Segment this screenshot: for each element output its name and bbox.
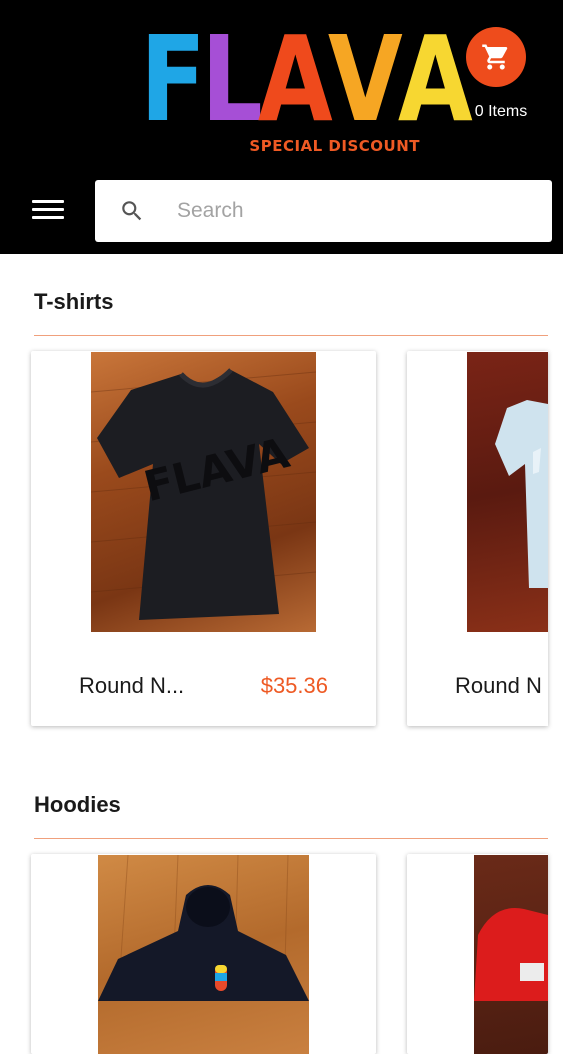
product-name: Round N... xyxy=(79,673,185,698)
flava-logo: FLAVA SPECIAL DISCOUNT xyxy=(140,20,473,158)
hoodie-image-graphic xyxy=(98,855,309,1002)
product-price: $35.36 xyxy=(260,673,328,698)
cart-item-count: 0 Items xyxy=(474,103,528,120)
tshirt-image-graphic: FLAVA xyxy=(91,368,316,620)
product-image[interactable] xyxy=(98,855,309,1054)
product-card[interactable]: Round N xyxy=(407,351,548,726)
hamburger-menu-icon[interactable] xyxy=(32,200,64,224)
shopping-cart-icon xyxy=(482,44,508,70)
logo-tagline: SPECIAL DISCOUNT xyxy=(249,137,420,155)
product-card[interactable] xyxy=(407,854,548,1054)
section-title-hoodies: Hoodies xyxy=(34,792,121,817)
product-card[interactable] xyxy=(31,854,376,1054)
logo-letter: A xyxy=(257,10,333,148)
section-divider xyxy=(34,335,548,336)
section-title-tshirts: T-shirts xyxy=(34,289,114,314)
app-header: FLAVA SPECIAL DISCOUNT 0 Items xyxy=(0,0,563,254)
product-name: Round N xyxy=(455,673,542,698)
product-image[interactable] xyxy=(467,352,548,632)
product-card[interactable]: FLAVA Round N... $35.36 xyxy=(31,351,376,726)
logo-letter: L xyxy=(201,10,263,148)
search-icon[interactable] xyxy=(119,198,145,224)
product-image[interactable] xyxy=(474,855,548,1054)
hoodie-image-graphic xyxy=(474,908,548,1001)
logo-wordmark: FLAVA xyxy=(140,10,473,148)
logo-letter: F xyxy=(140,10,206,148)
logo-letter: V xyxy=(327,10,403,148)
product-image[interactable]: FLAVA xyxy=(91,352,316,632)
cart-button[interactable] xyxy=(466,27,526,87)
search-input[interactable] xyxy=(177,180,537,242)
tshirt-image-graphic xyxy=(495,400,548,588)
search-bar[interactable] xyxy=(95,180,552,242)
section-divider xyxy=(34,838,548,839)
